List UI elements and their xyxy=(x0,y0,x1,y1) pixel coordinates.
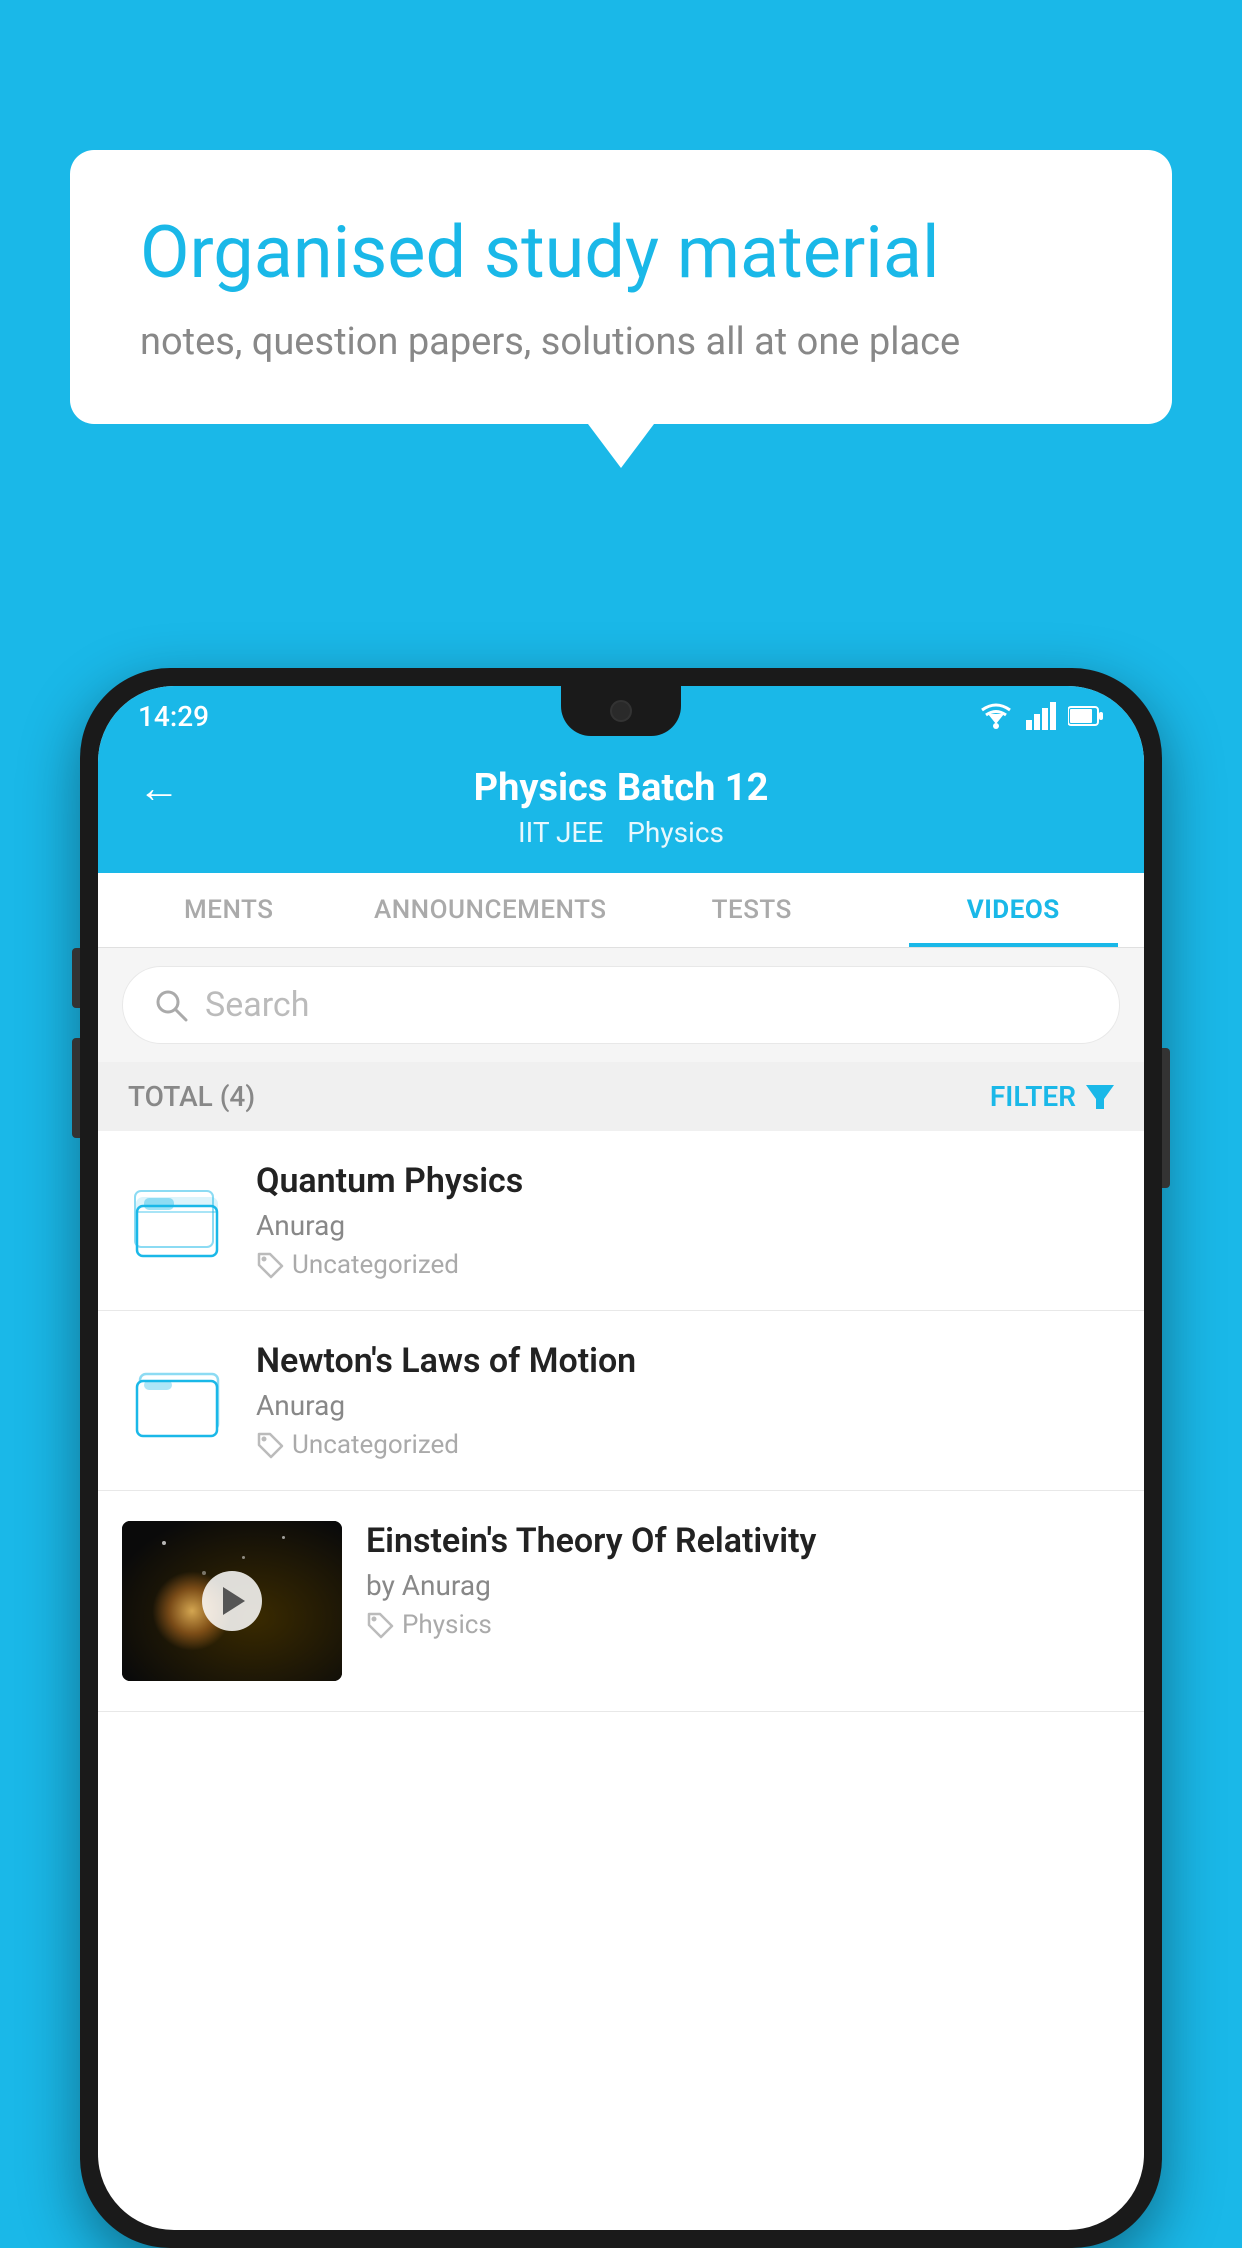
tab-announcements[interactable]: ANNOUNCEMENTS xyxy=(360,873,622,947)
tag-icon xyxy=(366,1611,394,1639)
tag-icon xyxy=(256,1431,284,1459)
folder-icon xyxy=(132,1176,222,1266)
item-tag: Uncategorized xyxy=(256,1250,1120,1280)
battery-icon xyxy=(1068,705,1104,727)
volume-up-button xyxy=(72,948,80,1008)
item-tag: Physics xyxy=(366,1610,1120,1640)
subtitle-tag-iitjee: IIT JEE xyxy=(518,816,603,849)
item-title: Newton's Laws of Motion xyxy=(256,1341,1120,1381)
back-button[interactable]: ← xyxy=(138,764,180,813)
status-bar: 14:29 xyxy=(98,686,1144,746)
folder-icon xyxy=(132,1356,222,1446)
wifi-icon xyxy=(978,702,1014,730)
play-button[interactable] xyxy=(202,1571,262,1631)
list-item[interactable]: Quantum Physics Anurag Uncategorized xyxy=(98,1131,1144,1311)
bubble-headline: Organised study material xyxy=(140,210,1102,296)
search-icon xyxy=(153,987,189,1023)
item-folder-icon xyxy=(122,1166,232,1276)
play-triangle-icon xyxy=(223,1587,245,1615)
tab-tests[interactable]: TESTS xyxy=(621,873,883,947)
notch xyxy=(561,686,681,736)
item-author: Anurag xyxy=(256,1389,1120,1422)
search-container: Search xyxy=(98,948,1144,1062)
header-subtitle: IIT JEE Physics xyxy=(518,816,724,849)
status-time: 14:29 xyxy=(138,700,209,733)
camera-notch xyxy=(610,700,632,722)
filter-icon xyxy=(1086,1085,1114,1109)
header-title: Physics Batch 12 xyxy=(474,766,769,810)
video-list: Quantum Physics Anurag Uncategorized xyxy=(98,1131,1144,1712)
power-button xyxy=(1162,1048,1170,1188)
item-folder-icon xyxy=(122,1346,232,1456)
filter-bar: TOTAL (4) FILTER xyxy=(98,1062,1144,1131)
subtitle-tag-physics: Physics xyxy=(627,816,724,849)
item-info: Newton's Laws of Motion Anurag Uncategor… xyxy=(256,1341,1120,1460)
total-count: TOTAL (4) xyxy=(128,1080,255,1113)
list-item[interactable]: Newton's Laws of Motion Anurag Uncategor… xyxy=(98,1311,1144,1491)
tag-icon xyxy=(256,1251,284,1279)
speech-bubble-card: Organised study material notes, question… xyxy=(70,150,1172,424)
tab-ments[interactable]: MENTS xyxy=(98,873,360,947)
volume-down-button xyxy=(72,1038,80,1138)
phone-frame: 14:29 xyxy=(80,668,1162,2248)
item-title: Einstein's Theory Of Relativity xyxy=(366,1521,1120,1561)
filter-button[interactable]: FILTER xyxy=(990,1080,1114,1113)
search-placeholder: Search xyxy=(205,985,309,1025)
status-icons xyxy=(978,702,1104,730)
phone-screen: 14:29 xyxy=(98,686,1144,2230)
video-thumbnail xyxy=(122,1521,342,1681)
item-info: Einstein's Theory Of Relativity by Anura… xyxy=(366,1521,1120,1640)
search-box[interactable]: Search xyxy=(122,966,1120,1044)
item-tag: Uncategorized xyxy=(256,1430,1120,1460)
bubble-subtext: notes, question papers, solutions all at… xyxy=(140,320,1102,364)
item-info: Quantum Physics Anurag Uncategorized xyxy=(256,1161,1120,1280)
tab-videos[interactable]: VIDEOS xyxy=(883,873,1145,947)
list-item[interactable]: Einstein's Theory Of Relativity by Anura… xyxy=(98,1491,1144,1712)
app-header: ← Physics Batch 12 IIT JEE Physics xyxy=(98,746,1144,873)
item-title: Quantum Physics xyxy=(256,1161,1120,1201)
item-author: Anurag xyxy=(256,1209,1120,1242)
item-author: by Anurag xyxy=(366,1569,1120,1602)
tab-bar: MENTS ANNOUNCEMENTS TESTS VIDEOS xyxy=(98,873,1144,948)
signal-icon xyxy=(1026,702,1056,730)
